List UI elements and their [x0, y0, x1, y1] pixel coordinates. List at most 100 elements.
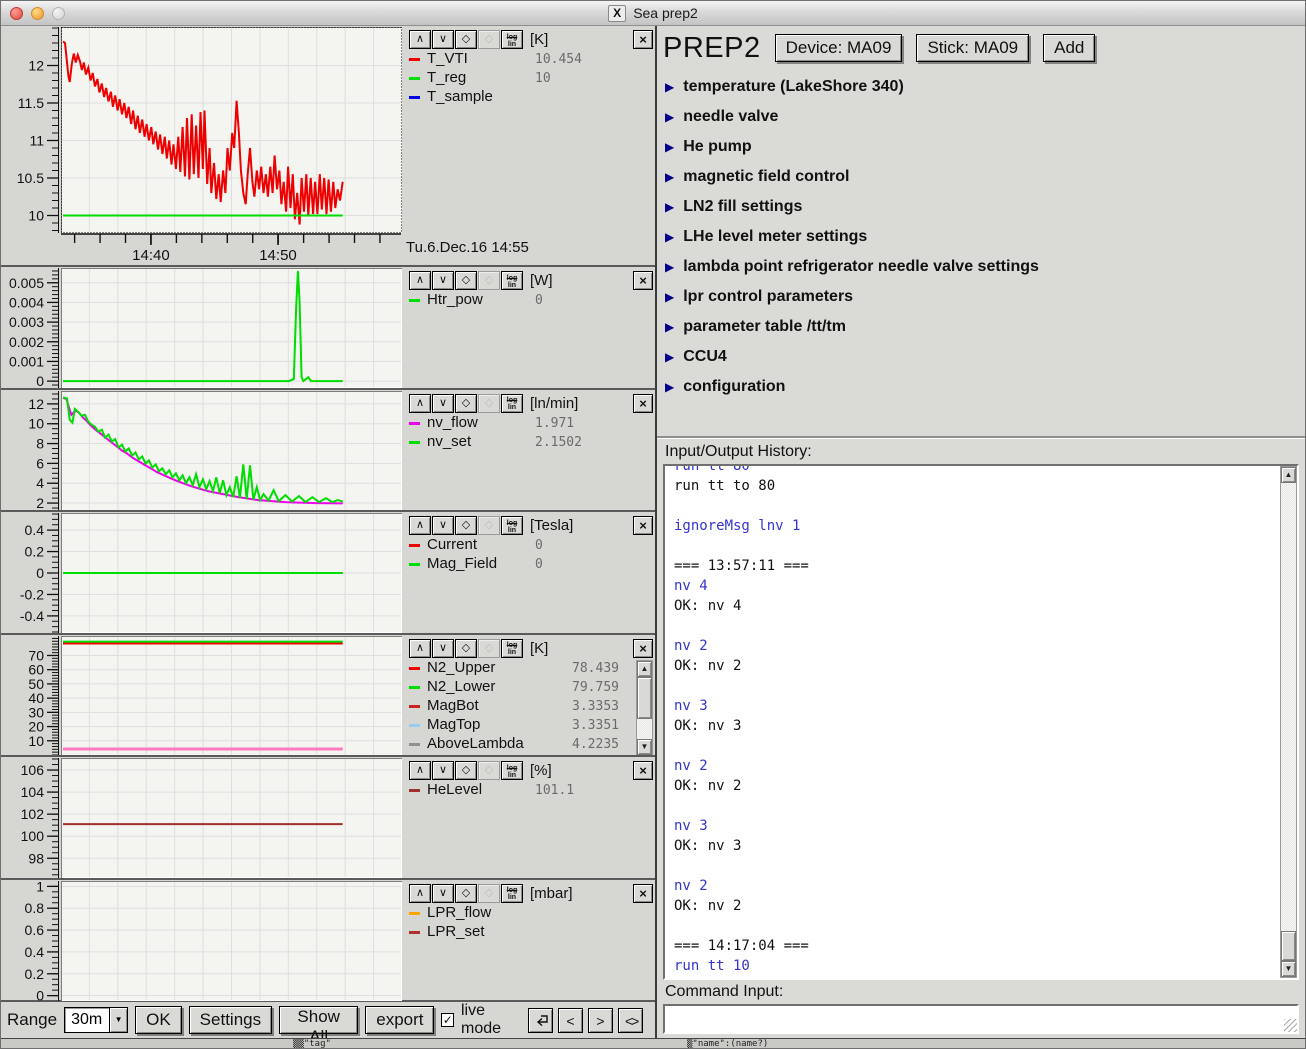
- expand-arrow-icon[interactable]: ▶: [665, 231, 674, 243]
- scale-up-icon[interactable]: ∧: [409, 271, 431, 290]
- expand-arrow-icon[interactable]: ▶: [665, 111, 674, 123]
- scale-up-icon[interactable]: ∧: [409, 884, 431, 903]
- legend-entry[interactable]: LPR_flow: [409, 904, 653, 923]
- scale-down-icon[interactable]: ∨: [432, 639, 454, 658]
- plot-area[interactable]: [61, 268, 402, 388]
- section-row-0[interactable]: ▶temperature (LakeShore 340): [657, 72, 1305, 102]
- section-row-6[interactable]: ▶lambda point refrigerator needle valve …: [657, 252, 1305, 282]
- chart-close-icon[interactable]: ×: [633, 884, 653, 903]
- expand-arrow-icon[interactable]: ▶: [665, 141, 674, 153]
- settings-button[interactable]: Settings: [189, 1006, 272, 1034]
- export-button[interactable]: export: [365, 1006, 434, 1034]
- plot-area[interactable]: [61, 758, 402, 878]
- show-all-button[interactable]: Show All: [279, 1006, 358, 1034]
- range-combobox[interactable]: 30m ▼: [64, 1007, 128, 1033]
- scrollbar-thumb[interactable]: [637, 677, 652, 719]
- plot-area[interactable]: [61, 27, 402, 233]
- chart-close-icon[interactable]: ×: [633, 761, 653, 780]
- page-left-button[interactable]: <: [558, 1008, 583, 1033]
- autoscale-icon[interactable]: ◇: [455, 884, 477, 903]
- scroll-down-icon[interactable]: ▼: [1281, 961, 1296, 977]
- legend-entry[interactable]: N2_Upper78.439: [409, 659, 636, 678]
- expand-arrow-icon[interactable]: ▶: [665, 171, 674, 183]
- autoscale-icon[interactable]: ◇: [455, 394, 477, 413]
- scale-down-icon[interactable]: ∨: [432, 394, 454, 413]
- expand-arrow-icon[interactable]: ▶: [665, 351, 674, 363]
- autoscale-icon[interactable]: ◇: [455, 516, 477, 535]
- section-row-5[interactable]: ▶LHe level meter settings: [657, 222, 1305, 252]
- legend-entry[interactable]: nv_set2.1502: [409, 433, 653, 452]
- section-row-10[interactable]: ▶configuration: [657, 372, 1305, 402]
- legend-entry[interactable]: N2_Lower79.759: [409, 678, 636, 697]
- log-lin-toggle-icon[interactable]: loglin: [501, 394, 523, 413]
- legend-entry[interactable]: T_VTI10.454: [409, 50, 653, 69]
- legend-entry[interactable]: AboveLambda4.2235: [409, 735, 636, 754]
- scale-up-icon[interactable]: ∧: [409, 30, 431, 49]
- legend-entry[interactable]: T_sample: [409, 88, 653, 107]
- fit-range-button[interactable]: <>: [618, 1008, 643, 1033]
- add-button[interactable]: Add: [1043, 34, 1095, 62]
- legend-entry[interactable]: T_reg10: [409, 69, 653, 88]
- resize-grip-icon[interactable]: [1284, 1019, 1297, 1032]
- page-right-button[interactable]: >: [588, 1008, 613, 1033]
- legend-entry[interactable]: Mag_Field0: [409, 555, 653, 574]
- expand-arrow-icon[interactable]: ▶: [665, 261, 674, 273]
- device-button[interactable]: Device: MA09: [775, 34, 903, 62]
- log-lin-toggle-icon[interactable]: loglin: [501, 271, 523, 290]
- scale-up-icon[interactable]: ∧: [409, 516, 431, 535]
- expand-arrow-icon[interactable]: ▶: [665, 201, 674, 213]
- autoscale-icon[interactable]: ◇: [455, 639, 477, 658]
- chart-close-icon[interactable]: ×: [633, 30, 653, 49]
- expand-arrow-icon[interactable]: ▶: [665, 291, 674, 303]
- legend-entry[interactable]: LPR_set: [409, 923, 653, 942]
- section-row-2[interactable]: ▶He pump: [657, 132, 1305, 162]
- io-history-scrollbar[interactable]: ▲ ▼: [1280, 466, 1297, 978]
- log-lin-toggle-icon[interactable]: loglin: [501, 516, 523, 535]
- chart-close-icon[interactable]: ×: [633, 639, 653, 658]
- scale-up-icon[interactable]: ∧: [409, 761, 431, 780]
- legend-entry[interactable]: HeLevel101.1: [409, 781, 653, 800]
- section-row-1[interactable]: ▶needle valve: [657, 102, 1305, 132]
- autoscale-icon[interactable]: ◇: [455, 271, 477, 290]
- autoscale-icon[interactable]: ◇: [455, 761, 477, 780]
- jump-back-button[interactable]: [528, 1008, 553, 1033]
- plot-area[interactable]: [61, 881, 402, 1001]
- combo-dropdown-arrow-icon[interactable]: ▼: [109, 1008, 127, 1032]
- section-row-8[interactable]: ▶parameter table /tt/tm: [657, 312, 1305, 342]
- scale-down-icon[interactable]: ∨: [432, 516, 454, 535]
- scale-down-icon[interactable]: ∨: [432, 271, 454, 290]
- scale-up-icon[interactable]: ∧: [409, 639, 431, 658]
- section-row-7[interactable]: ▶lpr control parameters: [657, 282, 1305, 312]
- legend-entry[interactable]: Htr_pow0: [409, 291, 653, 310]
- chart-close-icon[interactable]: ×: [633, 271, 653, 290]
- log-lin-toggle-icon[interactable]: loglin: [501, 884, 523, 903]
- expand-arrow-icon[interactable]: ▶: [665, 381, 674, 393]
- log-lin-toggle-icon[interactable]: loglin: [501, 30, 523, 49]
- scale-down-icon[interactable]: ∨: [432, 761, 454, 780]
- scroll-up-icon[interactable]: ▲: [637, 661, 652, 677]
- autoscale-icon[interactable]: ◇: [455, 30, 477, 49]
- ok-button[interactable]: OK: [135, 1006, 182, 1034]
- expand-arrow-icon[interactable]: ▶: [665, 81, 674, 93]
- log-lin-toggle-icon[interactable]: loglin: [501, 761, 523, 780]
- plot-area[interactable]: [61, 391, 402, 511]
- legend-scrollbar[interactable]: ▲▼: [636, 660, 653, 756]
- scale-down-icon[interactable]: ∨: [432, 30, 454, 49]
- legend-entry[interactable]: MagBot3.3353: [409, 697, 636, 716]
- legend-entry[interactable]: Current0: [409, 536, 653, 555]
- log-lin-toggle-icon[interactable]: loglin: [501, 639, 523, 658]
- scale-down-icon[interactable]: ∨: [432, 884, 454, 903]
- expand-arrow-icon[interactable]: ▶: [665, 321, 674, 333]
- plot-area[interactable]: [61, 513, 402, 633]
- command-input[interactable]: [663, 1004, 1299, 1034]
- scrollbar-thumb[interactable]: [1281, 931, 1296, 961]
- scroll-down-icon[interactable]: ▼: [637, 739, 652, 755]
- chart-close-icon[interactable]: ×: [633, 394, 653, 413]
- stick-button[interactable]: Stick: MA09: [916, 34, 1029, 62]
- scale-up-icon[interactable]: ∧: [409, 394, 431, 413]
- live-mode-checkbox[interactable]: ✓: [441, 1013, 454, 1027]
- legend-entry[interactable]: nv_flow1.971: [409, 414, 653, 433]
- section-row-3[interactable]: ▶magnetic field control: [657, 162, 1305, 192]
- legend-entry[interactable]: MagTop3.3351: [409, 716, 636, 735]
- title-bar[interactable]: X Sea prep2: [1, 1, 1305, 26]
